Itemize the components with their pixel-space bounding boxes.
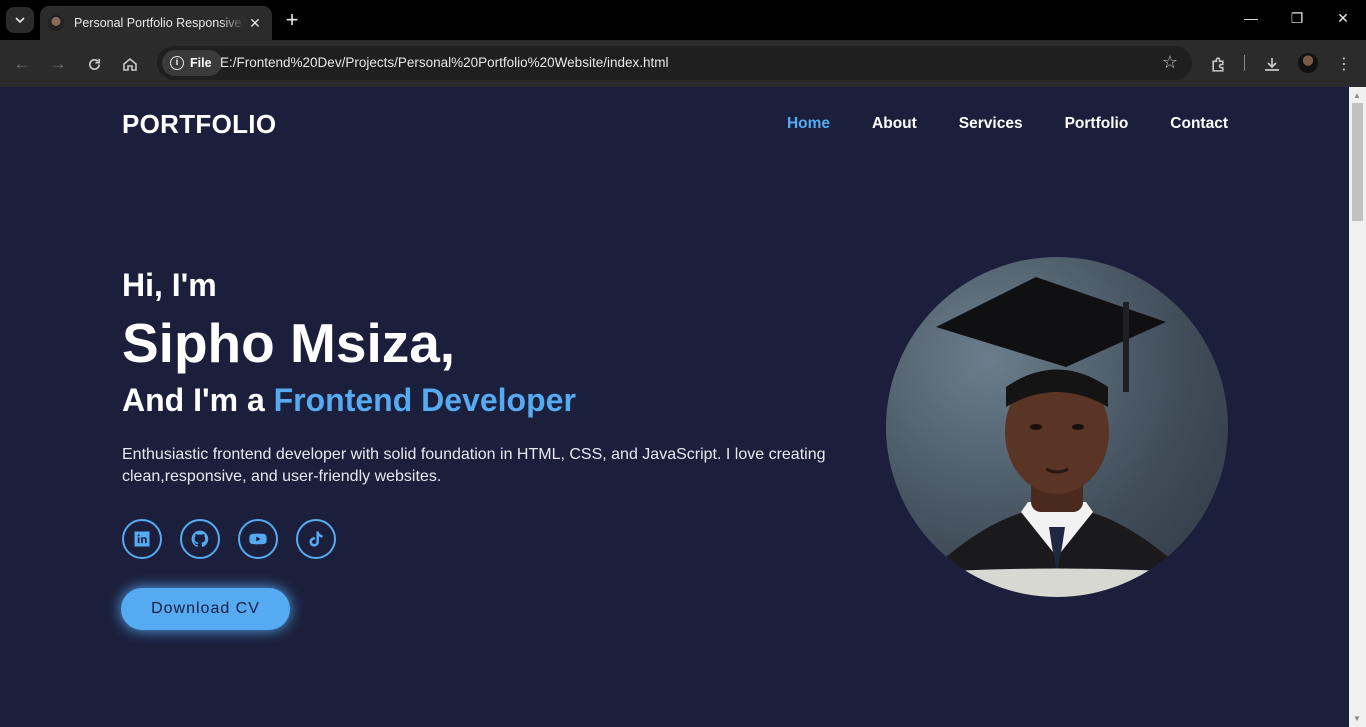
nav-portfolio[interactable]: Portfolio [1065,115,1129,133]
new-tab-button[interactable]: + [282,9,302,31]
youtube-link[interactable] [238,519,278,559]
bookmark-star-icon[interactable]: ☆ [1162,52,1178,73]
back-icon[interactable]: ← [10,52,34,76]
vertical-scrollbar[interactable]: ▲ ▼ [1349,87,1366,727]
tab-search-button[interactable] [6,7,34,33]
github-link[interactable] [180,519,220,559]
tab-close-icon[interactable]: ✕ [246,15,264,32]
tab-title: Personal Portfolio Responsive Website [74,16,246,30]
download-icon[interactable] [1260,52,1284,76]
hero-role: And I'm a Frontend Developer [122,382,576,419]
youtube-icon [249,533,267,545]
tab-bar: Personal Portfolio Responsive Website ✕ … [0,0,1366,40]
reload-icon[interactable] [82,52,106,76]
hero-role-title: Frontend Developer [273,382,576,418]
site-logo[interactable]: PORTFOLIO [122,109,276,140]
download-cv-button[interactable]: Download CV [121,588,290,630]
close-window-button[interactable]: ✕ [1333,10,1353,27]
site-info-label: File [190,56,212,70]
browser-tab[interactable]: Personal Portfolio Responsive Website ✕ [40,6,272,40]
chevron-down-icon [15,17,25,23]
hero-name: Sipho Msiza, [122,312,456,374]
scroll-down-arrow-icon[interactable]: ▼ [1353,714,1361,723]
page-viewport: PORTFOLIO Home About Services Portfolio … [0,87,1349,727]
hero-role-prefix: And I'm a [122,382,274,418]
linkedin-icon [134,531,150,547]
extensions-icon[interactable] [1206,52,1230,76]
nav-services[interactable]: Services [959,115,1023,133]
profile-photo [886,257,1228,597]
url-text[interactable]: E:/Frontend%20Dev/Projects/Personal%20Po… [220,55,668,70]
github-icon [191,530,209,547]
address-bar[interactable]: i File E:/Frontend%20Dev/Projects/Person… [157,46,1192,80]
scroll-up-arrow-icon[interactable]: ▲ [1353,91,1361,100]
menu-kebab-icon[interactable]: ⋮ [1332,52,1356,76]
restore-button[interactable]: ❐ [1287,10,1307,27]
site-info-chip[interactable]: i File [162,50,222,76]
browser-toolbar: ← → i File E:/Frontend%20Dev/Projects/Pe… [0,40,1366,87]
hero-greeting: Hi, I'm [122,267,217,303]
nav-contact[interactable]: Contact [1170,115,1228,133]
hero-description: Enthusiastic frontend developer with sol… [122,446,826,485]
main-nav: Home About Services Portfolio Contact [787,115,1228,133]
tiktok-icon [309,531,323,547]
forward-icon[interactable]: → [46,52,70,76]
favicon-icon [48,15,64,31]
graduate-portrait-image [886,277,1228,597]
profile-avatar[interactable] [1298,53,1318,73]
info-icon: i [170,56,184,70]
toolbar-separator [1244,55,1245,71]
browser-chrome: Personal Portfolio Responsive Website ✕ … [0,0,1366,87]
linkedin-link[interactable] [122,519,162,559]
minimize-button[interactable]: — [1241,10,1261,26]
social-links [122,519,336,559]
nav-home[interactable]: Home [787,115,830,133]
home-icon[interactable] [118,52,142,76]
scroll-thumb[interactable] [1352,103,1363,221]
tiktok-link[interactable] [296,519,336,559]
nav-about[interactable]: About [872,115,917,133]
